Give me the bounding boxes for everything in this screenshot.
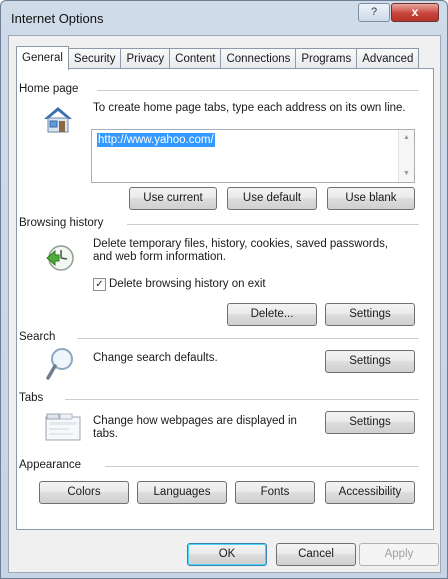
home-page-divider bbox=[97, 90, 419, 91]
tab-connections[interactable]: Connections bbox=[221, 48, 297, 70]
help-button[interactable]: ? bbox=[358, 3, 390, 22]
delete-on-exit-label[interactable]: Delete browsing history on exit bbox=[109, 278, 266, 291]
search-divider bbox=[77, 338, 419, 339]
clock-arrow-icon bbox=[45, 243, 77, 276]
tabs-heading: Tabs bbox=[19, 392, 44, 404]
tabs-divider bbox=[65, 399, 419, 400]
cancel-button[interactable]: Cancel bbox=[276, 543, 356, 566]
browsing-history-description-line2: and web form information. bbox=[93, 251, 226, 263]
colors-button[interactable]: Colors bbox=[39, 481, 129, 504]
fonts-button[interactable]: Fonts bbox=[235, 481, 315, 504]
use-default-button[interactable]: Use default bbox=[227, 187, 317, 210]
use-blank-button[interactable]: Use blank bbox=[327, 187, 415, 210]
tab-programs[interactable]: Programs bbox=[296, 48, 358, 70]
delete-history-button[interactable]: Delete... bbox=[227, 303, 317, 326]
tabs-window-icon bbox=[45, 413, 81, 444]
home-page-url: http://www.yahoo.com/ bbox=[97, 133, 215, 147]
apply-button[interactable]: Apply bbox=[359, 543, 439, 566]
home-icon bbox=[43, 105, 73, 136]
tab-content[interactable]: Content bbox=[170, 48, 222, 70]
tabs-description-line2: tabs. bbox=[93, 428, 118, 440]
tab-advanced[interactable]: Advanced bbox=[357, 48, 420, 70]
internet-options-window: Internet Options ? x General Security Pr… bbox=[0, 0, 448, 579]
appearance-heading: Appearance bbox=[19, 459, 82, 471]
tab-privacy[interactable]: Privacy bbox=[121, 48, 171, 70]
home-page-description: To create home page tabs, type each addr… bbox=[93, 102, 406, 114]
ok-button[interactable]: OK bbox=[187, 543, 267, 566]
tabs-settings-button[interactable]: Settings bbox=[325, 411, 415, 434]
search-description: Change search defaults. bbox=[93, 352, 218, 364]
browsing-history-heading: Browsing history bbox=[19, 217, 104, 229]
scroll-up-arrow-icon[interactable]: ▲ bbox=[399, 131, 414, 145]
close-button[interactable]: x bbox=[391, 3, 439, 22]
browsing-history-description-line1: Delete temporary files, history, cookies… bbox=[93, 238, 389, 250]
browsing-history-settings-button[interactable]: Settings bbox=[325, 303, 415, 326]
languages-button[interactable]: Languages bbox=[137, 481, 227, 504]
use-current-button[interactable]: Use current bbox=[129, 187, 217, 210]
home-page-urls-input[interactable]: http://www.yahoo.com/ ▲ ▼ bbox=[91, 129, 415, 183]
search-settings-button[interactable]: Settings bbox=[325, 350, 415, 373]
search-heading: Search bbox=[19, 331, 56, 343]
accessibility-button[interactable]: Accessibility bbox=[325, 481, 415, 504]
tab-strip: General Security Privacy Content Connect… bbox=[16, 46, 420, 70]
appearance-divider bbox=[105, 466, 419, 467]
urls-scrollbar[interactable]: ▲ ▼ bbox=[398, 130, 414, 182]
tabs-description-line1: Change how webpages are displayed in bbox=[93, 415, 297, 427]
scroll-down-arrow-icon[interactable]: ▼ bbox=[399, 167, 414, 181]
home-page-heading: Home page bbox=[19, 83, 79, 95]
window-title: Internet Options bbox=[11, 11, 104, 26]
delete-on-exit-checkbox[interactable]: ✓ bbox=[93, 278, 106, 291]
magnifier-icon bbox=[45, 347, 75, 384]
tab-general[interactable]: General bbox=[16, 46, 69, 70]
title-bar[interactable]: Internet Options ? x bbox=[1, 1, 447, 35]
tab-security[interactable]: Security bbox=[68, 48, 122, 70]
browsing-history-divider bbox=[127, 224, 419, 225]
